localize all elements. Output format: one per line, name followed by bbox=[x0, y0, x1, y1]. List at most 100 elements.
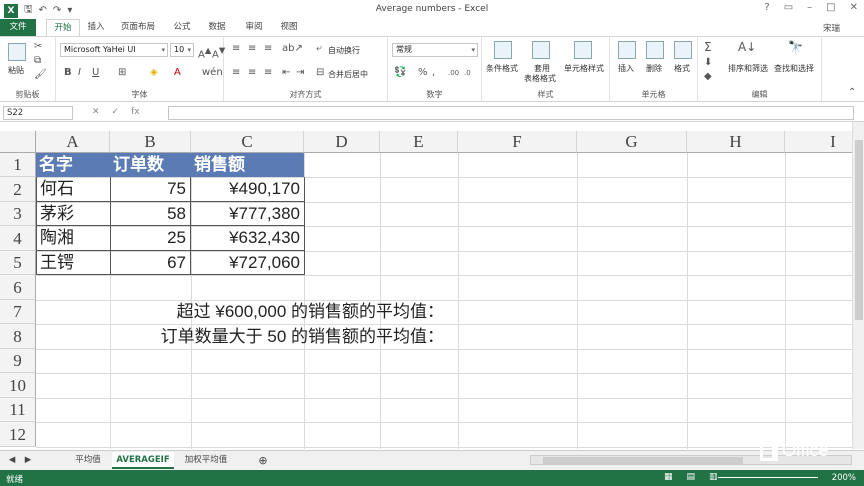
column-header-g[interactable]: G bbox=[577, 131, 687, 153]
tab-insert[interactable]: 插入 bbox=[82, 19, 110, 36]
cell-b5[interactable]: 67 bbox=[111, 251, 191, 275]
wrap-text-icon[interactable]: ⤶ bbox=[316, 43, 322, 55]
sheet-tab-average[interactable]: 平均值 bbox=[66, 452, 110, 469]
align-left-icon[interactable]: ≡ bbox=[232, 67, 240, 79]
row-header-2[interactable]: 2 bbox=[0, 177, 36, 202]
column-header-i[interactable]: I bbox=[785, 131, 852, 153]
increase-font-icon[interactable]: A▲ bbox=[198, 44, 211, 61]
name-box[interactable]: S22 bbox=[3, 106, 73, 120]
column-header-f[interactable]: F bbox=[458, 131, 577, 153]
bold-icon[interactable]: B bbox=[64, 67, 72, 79]
conditional-format-button[interactable]: 条件格式 bbox=[486, 63, 518, 74]
user-name[interactable]: 宋瑞 bbox=[823, 22, 840, 34]
row-header-7[interactable]: 7 bbox=[0, 300, 36, 324]
page-layout-view-icon[interactable]: ▤ bbox=[687, 472, 696, 482]
orientation-icon[interactable]: ab↗ bbox=[282, 43, 303, 55]
font-name-select[interactable]: Microsoft YaHei UI ▾ bbox=[60, 43, 168, 57]
cancel-icon[interactable]: ✕ bbox=[92, 107, 100, 117]
accounting-format-icon[interactable]: 💱 bbox=[394, 67, 406, 79]
column-header-b[interactable]: B bbox=[110, 131, 191, 153]
border-icon[interactable]: ⊞ bbox=[118, 67, 126, 79]
normal-view-icon[interactable]: ▦ bbox=[664, 472, 673, 482]
row-header-5[interactable]: 5 bbox=[0, 251, 36, 275]
cell-c2[interactable]: ¥490,170 bbox=[191, 177, 305, 202]
autosum-icon[interactable]: Σ bbox=[704, 41, 712, 53]
format-cells-button[interactable]: 格式 bbox=[674, 63, 690, 74]
cell-b3[interactable]: 58 bbox=[111, 202, 191, 226]
format-table-icon[interactable] bbox=[532, 41, 550, 59]
increase-decimal-icon[interactable]: .00 bbox=[448, 67, 459, 79]
cell-a4[interactable]: 陶湘 bbox=[36, 226, 111, 251]
select-all-corner[interactable] bbox=[0, 131, 36, 153]
row-header-11[interactable]: 11 bbox=[0, 398, 36, 422]
tab-formulas[interactable]: 公式 bbox=[168, 19, 196, 36]
insert-function-icon[interactable]: fx bbox=[131, 107, 140, 117]
align-top-icon[interactable]: ≡ bbox=[232, 43, 240, 55]
row-header-1[interactable]: 1 bbox=[0, 153, 36, 177]
column-header-d[interactable]: D bbox=[304, 131, 380, 153]
sheet-tab-weighted-average[interactable]: 加权平均值 bbox=[176, 452, 236, 469]
sort-filter-button[interactable]: 排序和筛选 bbox=[728, 63, 768, 74]
cell-a2[interactable]: 何石 bbox=[36, 177, 111, 202]
vertical-scroll-thumb[interactable] bbox=[855, 140, 863, 320]
worksheet-grid[interactable]: A B C D E F G H I 1 2 3 4 5 6 7 8 9 10 1… bbox=[0, 131, 852, 449]
cell-b2[interactable]: 75 bbox=[111, 177, 191, 202]
copy-icon[interactable]: ⧉ bbox=[34, 55, 41, 67]
percent-icon[interactable]: % bbox=[418, 67, 428, 79]
label-row-7[interactable]: 超过 ¥600,000 的销售额的平均值： bbox=[40, 300, 444, 324]
delete-cells-icon[interactable] bbox=[646, 41, 664, 59]
insert-cells-button[interactable]: 插入 bbox=[618, 63, 634, 74]
row-header-3[interactable]: 3 bbox=[0, 202, 36, 226]
row-header-9[interactable]: 9 bbox=[0, 349, 36, 373]
insert-cells-icon[interactable] bbox=[618, 41, 636, 59]
column-header-a[interactable]: A bbox=[36, 131, 110, 153]
fill-color-icon[interactable]: ◈ bbox=[150, 67, 158, 79]
align-bottom-icon[interactable]: ≡ bbox=[264, 43, 272, 55]
font-color-icon[interactable]: A bbox=[174, 67, 181, 79]
column-header-h[interactable]: H bbox=[687, 131, 785, 153]
format-painter-icon[interactable]: 🖌 bbox=[34, 69, 47, 81]
collapse-ribbon-icon[interactable]: ⌃ bbox=[848, 87, 856, 99]
fill-icon[interactable]: ⬇ bbox=[704, 57, 712, 69]
find-icon[interactable]: 🔭 bbox=[788, 41, 803, 53]
sort-filter-icon[interactable]: A↓ bbox=[738, 41, 756, 53]
cell-a1[interactable]: 名字 bbox=[36, 153, 110, 177]
cell-b4[interactable]: 25 bbox=[111, 226, 191, 251]
cell-styles-button[interactable]: 单元格样式 bbox=[564, 63, 604, 74]
vertical-scrollbar[interactable] bbox=[852, 122, 864, 449]
row-header-8[interactable]: 8 bbox=[0, 324, 36, 349]
sheet-tab-averageif[interactable]: AVERAGEIF bbox=[112, 452, 174, 469]
cell-c3[interactable]: ¥777,380 bbox=[191, 202, 305, 226]
tab-home[interactable]: 开始 bbox=[46, 19, 80, 37]
align-right-icon[interactable]: ≡ bbox=[264, 67, 272, 79]
tab-file[interactable]: 文件 bbox=[0, 19, 36, 36]
formula-input[interactable] bbox=[168, 106, 854, 120]
scroll-sheets-right-icon[interactable]: ▶ bbox=[22, 452, 34, 469]
tab-data[interactable]: 数据 bbox=[203, 19, 231, 36]
row-header-4[interactable]: 4 bbox=[0, 226, 36, 251]
wrap-text-button[interactable]: 自动换行 bbox=[328, 45, 360, 56]
page-break-view-icon[interactable]: ▥ bbox=[709, 472, 718, 482]
conditional-format-icon[interactable] bbox=[494, 41, 512, 59]
zoom-slider[interactable] bbox=[718, 477, 818, 478]
format-table-label-2[interactable]: 表格格式 bbox=[524, 73, 556, 84]
cell-styles-icon[interactable] bbox=[574, 41, 592, 59]
tab-view[interactable]: 视图 bbox=[275, 19, 303, 36]
scroll-sheets-left-icon[interactable]: ◀ bbox=[6, 452, 18, 469]
font-size-select[interactable]: 10 ▾ bbox=[170, 43, 194, 57]
row-header-6[interactable]: 6 bbox=[0, 275, 36, 300]
paste-label[interactable]: 粘贴 bbox=[8, 65, 24, 76]
paste-icon[interactable] bbox=[8, 43, 26, 61]
label-row-8[interactable]: 订单数量大于 50 的销售额的平均值： bbox=[40, 324, 444, 349]
cell-a3[interactable]: 茅彩 bbox=[36, 202, 111, 226]
horizontal-scroll-thumb[interactable] bbox=[543, 457, 743, 464]
enter-icon[interactable]: ✓ bbox=[112, 107, 120, 117]
decrease-decimal-icon[interactable]: .0 bbox=[464, 67, 471, 79]
column-header-e[interactable]: E bbox=[380, 131, 458, 153]
clear-icon[interactable]: ◆ bbox=[704, 71, 712, 83]
merge-center-icon[interactable]: ⊟ bbox=[316, 67, 324, 79]
align-middle-icon[interactable]: ≡ bbox=[248, 43, 256, 55]
cell-a5[interactable]: 王锷 bbox=[36, 251, 111, 275]
cell-c1[interactable]: 销售额 bbox=[191, 153, 304, 177]
cut-icon[interactable]: ✂ bbox=[34, 41, 42, 53]
